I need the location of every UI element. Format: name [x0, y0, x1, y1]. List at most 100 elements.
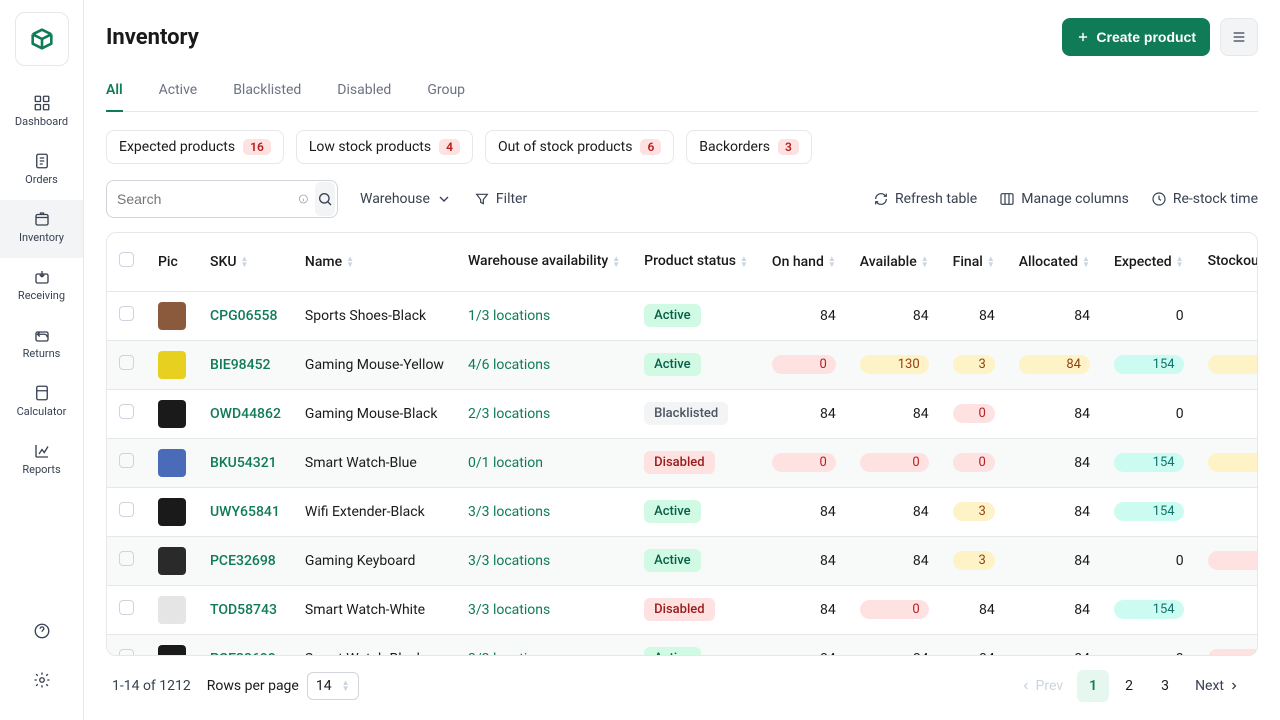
table-row[interactable]: PCE32698 Smart Watch-Black 3/3 locations… [107, 634, 1257, 656]
col-expected[interactable]: Expected▲▼ [1102, 233, 1196, 291]
row-checkbox[interactable] [119, 453, 134, 468]
col-available[interactable]: Available▲▼ [848, 233, 941, 291]
row-checkbox[interactable] [119, 404, 134, 419]
page-1[interactable]: 1 [1077, 670, 1109, 702]
sku-link[interactable]: CPG06558 [210, 308, 277, 324]
row-checkbox[interactable] [119, 600, 134, 615]
search-input[interactable] [117, 191, 298, 207]
nav-label: Orders [25, 173, 58, 186]
table-row[interactable]: TOD58743 Smart Watch-White 3/3 locations… [107, 585, 1257, 634]
allocated-value: 84 [1007, 487, 1102, 536]
chip-expected-products[interactable]: Expected products16 [106, 130, 284, 164]
select-all-checkbox[interactable] [119, 252, 134, 267]
table-row[interactable]: BIE98452 Gaming Mouse-Yellow 4/6 locatio… [107, 340, 1257, 389]
stockout-value: 3 [1196, 438, 1257, 487]
product-thumbnail [158, 400, 186, 428]
rows-per-page-select[interactable]: 14 ▲▼ [307, 672, 359, 700]
col-warehouse[interactable]: Warehouse availability▲▼ [456, 233, 632, 291]
warehouse-link[interactable]: 3/3 locations [468, 504, 550, 520]
nav-reports[interactable]: Reports [0, 432, 83, 490]
product-name: Gaming Keyboard [293, 536, 456, 585]
table-row[interactable]: UWY65841 Wifi Extender-Black 3/3 locatio… [107, 487, 1257, 536]
page-3[interactable]: 3 [1149, 670, 1181, 702]
reports-icon [33, 442, 51, 460]
refresh-button[interactable]: Refresh table [873, 191, 977, 207]
product-name: Sports Shoes-Black [293, 291, 456, 340]
chip-out-of-stock-products[interactable]: Out of stock products6 [485, 130, 674, 164]
status-badge: Active [644, 549, 700, 572]
receiving-icon [33, 268, 51, 286]
product-thumbnail [158, 302, 186, 330]
row-checkbox[interactable] [119, 355, 134, 370]
row-checkbox[interactable] [119, 649, 134, 656]
nav-orders[interactable]: Orders [0, 142, 83, 200]
filter-button[interactable]: Filter [474, 191, 527, 207]
tab-disabled[interactable]: Disabled [337, 74, 391, 111]
warehouse-link[interactable]: 3/3 locations [468, 553, 550, 569]
nav-settings[interactable] [0, 657, 83, 706]
tab-group[interactable]: Group [427, 74, 465, 111]
tab-all[interactable]: All [106, 74, 123, 112]
sku-link[interactable]: PCE32698 [210, 553, 276, 569]
allocated-value: 84 [1007, 634, 1102, 656]
nav-receiving[interactable]: Receiving [0, 258, 83, 316]
col-allocated[interactable]: Allocated▲▼ [1007, 233, 1102, 291]
logo[interactable] [15, 12, 69, 66]
available-value: 84 [848, 389, 941, 438]
rows-per-page-label: Rows per page [207, 678, 299, 694]
nav-dashboard[interactable]: Dashboard [0, 84, 83, 142]
prev-button[interactable]: Prev [1008, 672, 1076, 700]
available-value: 84 [848, 634, 941, 656]
manage-columns-button[interactable]: Manage columns [999, 191, 1129, 207]
chip-low-stock-products[interactable]: Low stock products4 [296, 130, 473, 164]
warehouse-link[interactable]: 3/3 locations [468, 602, 550, 618]
stockout-value: 84 [1196, 585, 1257, 634]
row-checkbox[interactable] [119, 551, 134, 566]
nav-help[interactable] [0, 608, 83, 657]
page-title: Inventory [106, 25, 199, 50]
product-name: Wifi Extender-Black [293, 487, 456, 536]
final-value: 3 [941, 340, 1007, 389]
tab-blacklisted[interactable]: Blacklisted [233, 74, 301, 111]
warehouse-link[interactable]: 0/1 location [468, 455, 543, 471]
next-button[interactable]: Next [1183, 672, 1252, 700]
col-name[interactable]: Name▲▼ [293, 233, 456, 291]
sku-link[interactable]: UWY65841 [210, 504, 280, 520]
sku-link[interactable]: PCE32698 [210, 651, 276, 657]
table-row[interactable]: PCE32698 Gaming Keyboard 3/3 locations A… [107, 536, 1257, 585]
table-row[interactable]: OWD44862 Gaming Mouse-Black 2/3 location… [107, 389, 1257, 438]
row-checkbox[interactable] [119, 502, 134, 517]
warehouse-link[interactable]: 4/6 locations [468, 357, 550, 373]
warehouse-link[interactable]: 3/3 locations [468, 651, 550, 657]
col-final[interactable]: Final▲▼ [941, 233, 1007, 291]
table-row[interactable]: CPG06558 Sports Shoes-Black 1/3 location… [107, 291, 1257, 340]
menu-button[interactable] [1220, 18, 1258, 56]
sku-link[interactable]: TOD58743 [210, 602, 277, 618]
chip-backorders[interactable]: Backorders3 [686, 130, 812, 164]
warehouse-link[interactable]: 1/3 locations [468, 308, 550, 324]
col-sku[interactable]: SKU▲▼ [198, 233, 293, 291]
nav-calculator[interactable]: Calculator [0, 374, 83, 432]
warehouse-dropdown[interactable]: Warehouse [360, 191, 452, 207]
restock-button[interactable]: Re-stock time [1151, 191, 1258, 207]
create-product-button[interactable]: Create product [1062, 18, 1210, 56]
nav-returns[interactable]: Returns [0, 316, 83, 374]
available-value: 84 [848, 291, 941, 340]
nav-label: Dashboard [15, 115, 68, 128]
sku-link[interactable]: BKU54321 [210, 455, 277, 471]
sku-link[interactable]: OWD44862 [210, 406, 281, 422]
tab-active[interactable]: Active [159, 74, 198, 111]
page-2[interactable]: 2 [1113, 670, 1145, 702]
row-checkbox[interactable] [119, 306, 134, 321]
table-row[interactable]: BKU54321 Smart Watch-Blue 0/1 location D… [107, 438, 1257, 487]
expected-value: 154 [1102, 487, 1196, 536]
col-onhand[interactable]: On hand▲▼ [760, 233, 848, 291]
sku-link[interactable]: BIE98452 [210, 357, 271, 373]
columns-icon [999, 191, 1015, 207]
nav-inventory[interactable]: Inventory [0, 200, 83, 258]
chip-count: 6 [640, 139, 661, 155]
warehouse-link[interactable]: 2/3 locations [468, 406, 550, 422]
col-status[interactable]: Product status▲▼ [632, 233, 760, 291]
nav-label: Inventory [19, 231, 64, 244]
search-button[interactable] [315, 182, 335, 216]
